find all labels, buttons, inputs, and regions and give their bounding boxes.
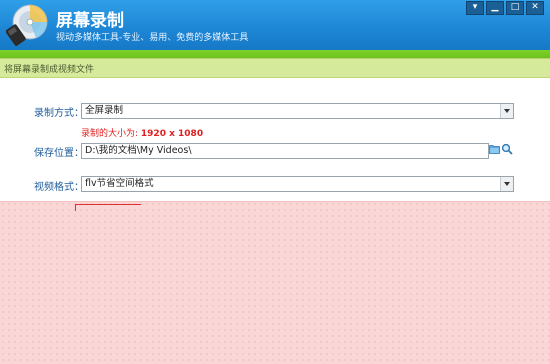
video-format-label: 视频格式： xyxy=(34,182,84,193)
chevron-down-icon[interactable] xyxy=(500,177,513,191)
menu-icon[interactable]: ▾ xyxy=(466,1,484,15)
title-bar: 屏幕录制 视动多媒体工具-专业、易用、免费的多媒体工具 ▾ ▁ □ ✕ xyxy=(0,0,550,50)
recording-area-overlay xyxy=(0,201,550,364)
window-controls: ▾ ▁ □ ✕ xyxy=(466,1,544,15)
video-format-select[interactable]: flv节省空间格式 xyxy=(81,176,514,192)
search-icon[interactable] xyxy=(501,143,513,155)
save-location-label: 保存位置： xyxy=(34,148,84,159)
record-size-note: 录制的大小为: 1920 x 1080 xyxy=(81,126,203,139)
overlay-red-marker xyxy=(75,204,141,205)
close-icon[interactable]: ✕ xyxy=(526,1,544,15)
section-title: 将屏幕录制成视频文件 xyxy=(4,65,95,75)
section-header: 将屏幕录制成视频文件 xyxy=(0,58,550,78)
record-mode-label: 录制方式： xyxy=(34,108,84,119)
overlay-red-marker-edge xyxy=(75,204,76,211)
minimize-icon[interactable]: ▁ xyxy=(486,1,504,15)
save-location-field[interactable]: D:\我的文档\My Videos\ xyxy=(81,143,489,159)
overlay-border xyxy=(0,201,550,202)
app-logo-icon xyxy=(6,4,48,46)
record-size-value: 1920 x 1080 xyxy=(140,129,204,139)
folder-icon[interactable] xyxy=(489,144,500,154)
save-location-value: D:\我的文档\My Videos\ xyxy=(85,145,192,156)
record-mode-select[interactable]: 全屏录制 xyxy=(81,103,514,119)
record-size-prefix: 录制的大小为: xyxy=(81,129,141,139)
record-mode-value: 全屏录制 xyxy=(85,105,124,116)
chevron-down-icon[interactable] xyxy=(500,104,513,118)
maximize-icon[interactable]: □ xyxy=(506,1,524,15)
app-subtitle: 视动多媒体工具-专业、易用、免费的多媒体工具 xyxy=(56,33,249,43)
app-title: 屏幕录制 xyxy=(56,11,124,31)
video-format-value: flv节省空间格式 xyxy=(85,178,154,189)
